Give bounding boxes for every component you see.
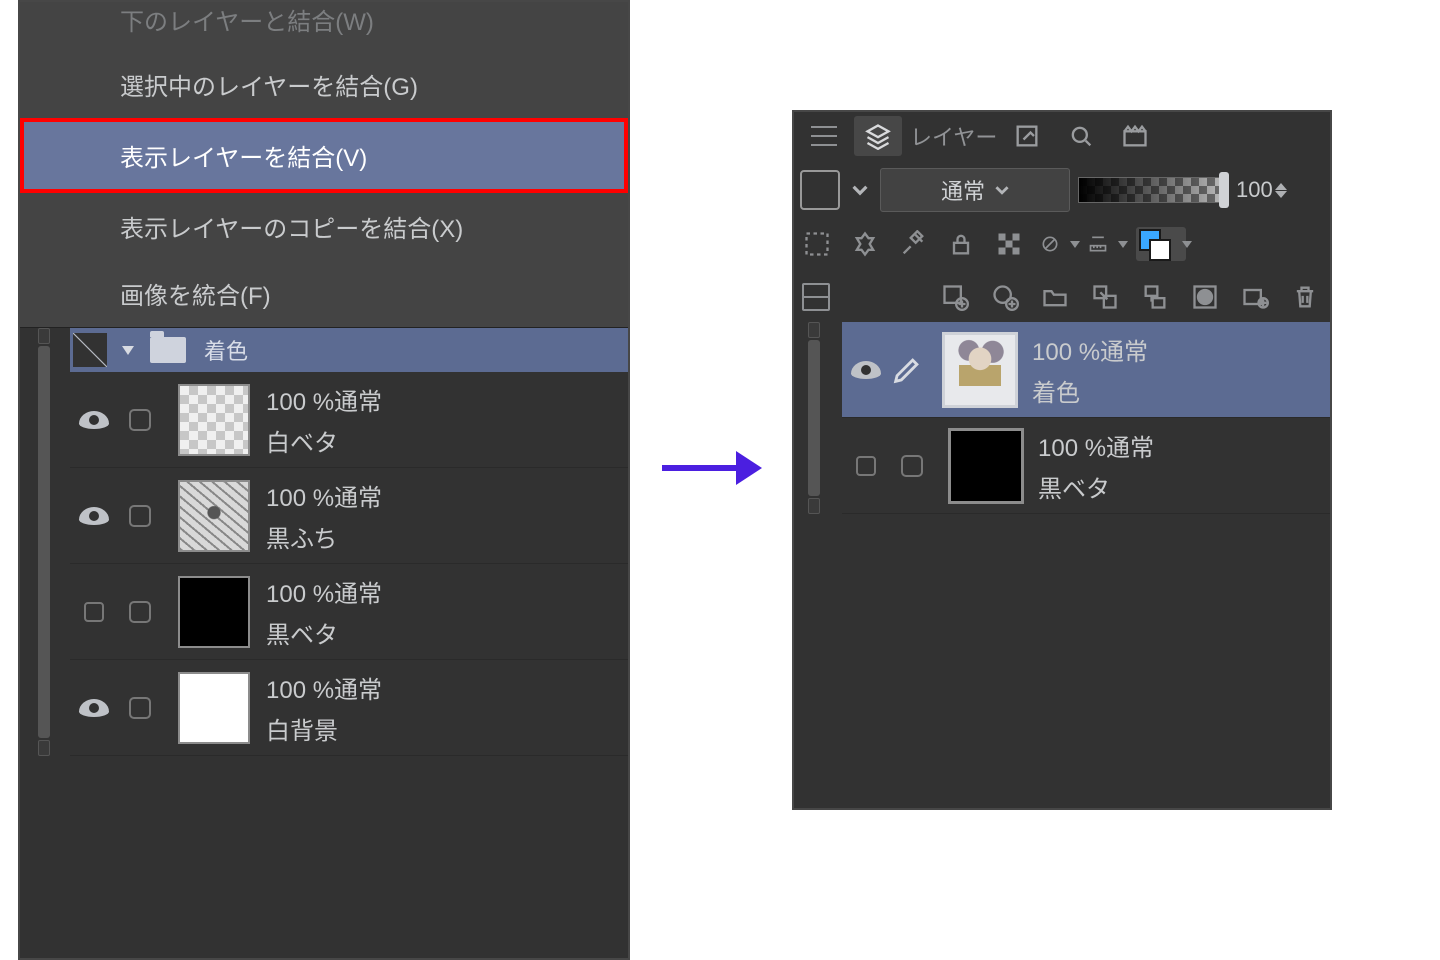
tab-label: レイヤー	[910, 120, 997, 152]
layer-name: 白ベタ	[266, 423, 382, 458]
panel-menu-button[interactable]	[800, 116, 848, 156]
menu-merge-selected[interactable]: 選択中のレイヤーを結合(G)	[20, 51, 628, 118]
edit-icon	[1013, 122, 1041, 150]
checkbox[interactable]	[129, 505, 151, 527]
create-mask-icon[interactable]	[1188, 280, 1222, 314]
layer-row[interactable]: 100 %通常 着色	[842, 322, 1330, 418]
visibility-icon[interactable]	[79, 699, 109, 717]
visibility-off[interactable]	[856, 456, 876, 476]
transfer-down-icon[interactable]	[1088, 280, 1122, 314]
layer-name: 黒ベタ	[266, 615, 382, 650]
layer-color-button[interactable]	[1136, 227, 1186, 261]
menu-flatten-image[interactable]: 画像を統合(F)	[20, 260, 628, 327]
layers-icon	[864, 122, 892, 150]
layer-opacity: 100 %通常	[1032, 332, 1148, 367]
visibility-icon[interactable]	[851, 361, 881, 379]
apply-mask-icon[interactable]	[1238, 280, 1272, 314]
folder-icon	[150, 337, 186, 363]
layer-thumbnail	[178, 576, 250, 648]
disclosure-icon[interactable]	[122, 346, 134, 355]
folder-name: 着色	[204, 334, 248, 366]
new-folder-icon[interactable]	[1038, 280, 1072, 314]
layer-list-left: 着色 100 %通常 白ベタ 100 %通常 黒ふち	[20, 328, 628, 756]
menu-merge-visible[interactable]: 表示レイヤーを結合(V)	[20, 118, 628, 193]
layer-color-swatch[interactable]	[800, 170, 840, 210]
mask-enable-icon[interactable]	[1040, 227, 1074, 261]
layer-opacity: 100 %通常	[1038, 428, 1154, 463]
panel-tab-bar: レイヤー	[794, 112, 1330, 160]
checkbox[interactable]	[129, 601, 151, 623]
left-panel: 下のレイヤーと結合(W) 選択中のレイヤーを結合(G) 表示レイヤーを結合(V)…	[18, 0, 630, 960]
color-swatch-icon	[1139, 229, 1169, 259]
menu-merge-down: 下のレイヤーと結合(W)	[20, 2, 628, 51]
layer-opacity: 100 %通常	[266, 574, 382, 609]
layer-row[interactable]: 100 %通常 黒ベタ	[842, 418, 1330, 514]
checkbox[interactable]	[129, 697, 151, 719]
blend-mode-value: 通常	[941, 174, 985, 206]
search-icon	[1067, 122, 1095, 150]
tab-search[interactable]	[1057, 116, 1105, 156]
layer-name: 白背景	[266, 711, 382, 746]
visibility-icon[interactable]	[79, 411, 109, 429]
tab-edit[interactable]	[1003, 116, 1051, 156]
layer-name: 黒ふち	[266, 519, 382, 554]
reference-layer-icon[interactable]	[848, 227, 882, 261]
palette-view-icon[interactable]	[802, 283, 830, 311]
layer-row[interactable]: 100 %通常 黒ふち	[70, 468, 628, 564]
merge-down-icon[interactable]	[1138, 280, 1172, 314]
scrollbar[interactable]	[38, 328, 50, 756]
layer-name: 着色	[1032, 373, 1148, 408]
hamburger-icon	[811, 126, 837, 146]
chevron-down-icon	[995, 183, 1009, 197]
blend-opacity-row: 通常 100	[794, 160, 1330, 216]
visibility-icon[interactable]	[79, 507, 109, 525]
clapper-icon	[1121, 122, 1149, 150]
layer-context-menu: 下のレイヤーと結合(W) 選択中のレイヤーを結合(G) 表示レイヤーを結合(V)…	[20, 2, 628, 328]
layer-thumbnail	[178, 480, 250, 552]
layer-opacity: 100 %通常	[266, 382, 382, 417]
layer-thumbnail	[178, 384, 250, 456]
opacity-stepper[interactable]	[1275, 183, 1287, 198]
layer-name: 黒ベタ	[1038, 469, 1154, 504]
select-bounds-icon[interactable]	[800, 227, 834, 261]
layer-thumbnail	[178, 672, 250, 744]
pen-icon	[73, 333, 107, 367]
layer-row[interactable]: 100 %通常 白背景	[70, 660, 628, 756]
layer-opacity: 100 %通常	[266, 478, 382, 513]
lock-transparency-icon[interactable]	[992, 227, 1026, 261]
slider-handle[interactable]	[1219, 172, 1229, 208]
visibility-off[interactable]	[84, 602, 104, 622]
scrollbar[interactable]	[808, 322, 820, 514]
opacity-slider[interactable]	[1078, 177, 1228, 203]
layer-row[interactable]: 100 %通常 白ベタ	[70, 372, 628, 468]
lock-icon[interactable]	[944, 227, 978, 261]
layer-actions-row	[794, 272, 1330, 322]
opacity-value: 100	[1236, 177, 1273, 203]
pen-icon	[890, 353, 924, 387]
layer-thumbnail	[948, 428, 1024, 504]
layer-opacity: 100 %通常	[266, 670, 382, 705]
checkbox[interactable]	[129, 409, 151, 431]
folder-row[interactable]: 着色	[70, 328, 628, 372]
new-raster-layer-icon[interactable]	[938, 280, 972, 314]
new-vector-layer-icon[interactable]	[988, 280, 1022, 314]
tab-layers[interactable]	[854, 116, 902, 156]
chevron-down-icon[interactable]	[848, 178, 872, 202]
right-panel: レイヤー 通常 100	[792, 110, 1332, 810]
arrow-icon	[662, 440, 762, 496]
layer-list-right: 100 %通常 着色 100 %通常 黒ベタ	[794, 322, 1330, 514]
layer-thumbnail	[942, 332, 1018, 408]
ruler-enable-icon[interactable]	[1088, 227, 1122, 261]
layer-row[interactable]: 100 %通常 黒ベタ	[70, 564, 628, 660]
draft-layer-icon[interactable]	[896, 227, 930, 261]
menu-merge-visible-copy[interactable]: 表示レイヤーのコピーを結合(X)	[20, 193, 628, 260]
delete-layer-icon[interactable]	[1288, 280, 1322, 314]
layer-options-row	[794, 216, 1330, 272]
checkbox[interactable]	[901, 455, 923, 477]
tab-timeline[interactable]	[1111, 116, 1159, 156]
blend-mode-select[interactable]: 通常	[880, 168, 1070, 212]
